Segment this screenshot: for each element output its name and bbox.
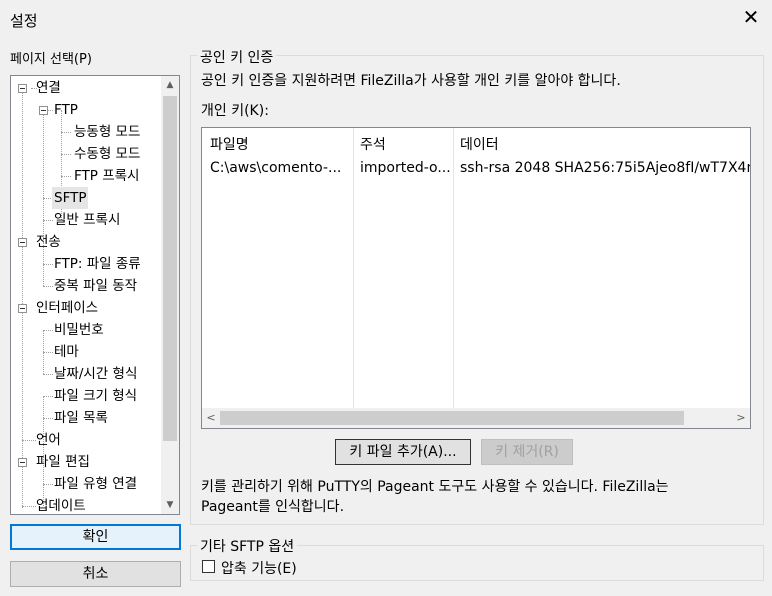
- collapse-icon[interactable]: [18, 304, 27, 313]
- tree-item-active-mode[interactable]: 능동형 모드: [74, 121, 140, 143]
- cancel-button[interactable]: 취소: [10, 561, 181, 587]
- tree-item-ftp-file-types[interactable]: FTP: 파일 종류: [54, 253, 141, 275]
- tree-item-interface[interactable]: 인터페이스: [36, 297, 98, 319]
- collapse-icon[interactable]: [18, 458, 27, 467]
- tree-item-passwords[interactable]: 비밀번호: [54, 319, 104, 341]
- column-header-filename[interactable]: 파일명: [210, 134, 249, 154]
- pubkey-description: 공인 키 인증을 지원하려면 FileZilla가 사용할 개인 키를 알아야 …: [201, 73, 621, 89]
- ok-button[interactable]: 확인: [10, 524, 181, 550]
- compression-checkbox[interactable]: [202, 560, 215, 573]
- close-icon[interactable]: ✕: [740, 6, 762, 28]
- private-key-label: 개인 키(K):: [201, 103, 269, 119]
- tree-scrollbar[interactable]: ▲ ▼: [161, 76, 179, 514]
- remove-key-button[interactable]: 키 제거(R): [481, 439, 573, 465]
- tree-item-date-time-format[interactable]: 날짜/시간 형식: [54, 363, 137, 385]
- add-keyfile-button[interactable]: 키 파일 추가(A)...: [335, 439, 471, 465]
- tree-item-themes[interactable]: 테마: [54, 341, 79, 363]
- tree-item-sftp[interactable]: SFTP: [52, 187, 89, 209]
- pageant-note-line2: Pageant를 인식합니다.: [201, 499, 345, 515]
- tree-item-transfers[interactable]: 전송: [36, 231, 61, 253]
- tree-item-file-exists-action[interactable]: 중복 파일 동작: [54, 275, 137, 297]
- tree-item-ftp[interactable]: FTP: [54, 99, 78, 121]
- tree-item-filesize-format[interactable]: 파일 크기 형식: [54, 385, 137, 407]
- tree-item-passive-mode[interactable]: 수동형 모드: [74, 143, 140, 165]
- key-data-cell[interactable]: ssh-rsa 2048 SHA256:75i5Ajeo8fI/wT7X4nx0: [460, 160, 750, 176]
- compression-label[interactable]: 압축 기능(E): [221, 558, 297, 578]
- tree-item-connection[interactable]: 연결: [36, 77, 61, 99]
- page-select-label: 페이지 선택(P): [10, 52, 92, 67]
- scroll-down-icon[interactable]: ▼: [161, 496, 179, 514]
- scroll-thumb[interactable]: [163, 96, 177, 441]
- private-key-list[interactable]: 파일명 주석 데이터 C:\aws\comento-... imported-o…: [201, 127, 751, 429]
- column-header-data[interactable]: 데이터: [460, 134, 499, 154]
- key-comment-cell[interactable]: imported-o...: [360, 160, 452, 176]
- settings-tree[interactable]: 연결 FTP 능동형 모드 수동형 모드 FTP 프록시 SFTP 일반 프록시…: [10, 75, 180, 515]
- tree-item-file-lists[interactable]: 파일 목록: [54, 407, 108, 429]
- column-header-comment[interactable]: 주석: [360, 134, 386, 154]
- tree-item-generic-proxy[interactable]: 일반 프록시: [54, 209, 120, 231]
- tree-item-updates[interactable]: 업데이트: [36, 495, 86, 514]
- scroll-right-icon[interactable]: >: [732, 409, 750, 427]
- hscroll-thumb[interactable]: [220, 411, 684, 425]
- window-title: 설정: [10, 12, 38, 30]
- collapse-icon[interactable]: [18, 84, 27, 93]
- tree-item-file-editing[interactable]: 파일 편집: [36, 451, 90, 473]
- list-hscrollbar[interactable]: < >: [202, 408, 750, 428]
- tree-item-language[interactable]: 언어: [36, 429, 61, 451]
- collapse-icon[interactable]: [39, 106, 48, 115]
- scroll-up-icon[interactable]: ▲: [161, 76, 179, 94]
- scroll-left-icon[interactable]: <: [202, 409, 220, 427]
- sftp-options-title: 기타 SFTP 옵션: [197, 536, 298, 556]
- collapse-icon[interactable]: [18, 238, 27, 247]
- key-filename-cell[interactable]: C:\aws\comento-...: [210, 160, 352, 176]
- tree-item-ftp-proxy[interactable]: FTP 프록시: [74, 165, 139, 187]
- tree-item-filetype-associations[interactable]: 파일 유형 연결: [54, 473, 137, 495]
- pageant-note-line1: 키를 관리하기 위해 PuTTY의 Pageant 도구도 사용할 수 있습니다…: [201, 479, 669, 495]
- pubkey-group-title: 공인 키 인증: [197, 47, 277, 67]
